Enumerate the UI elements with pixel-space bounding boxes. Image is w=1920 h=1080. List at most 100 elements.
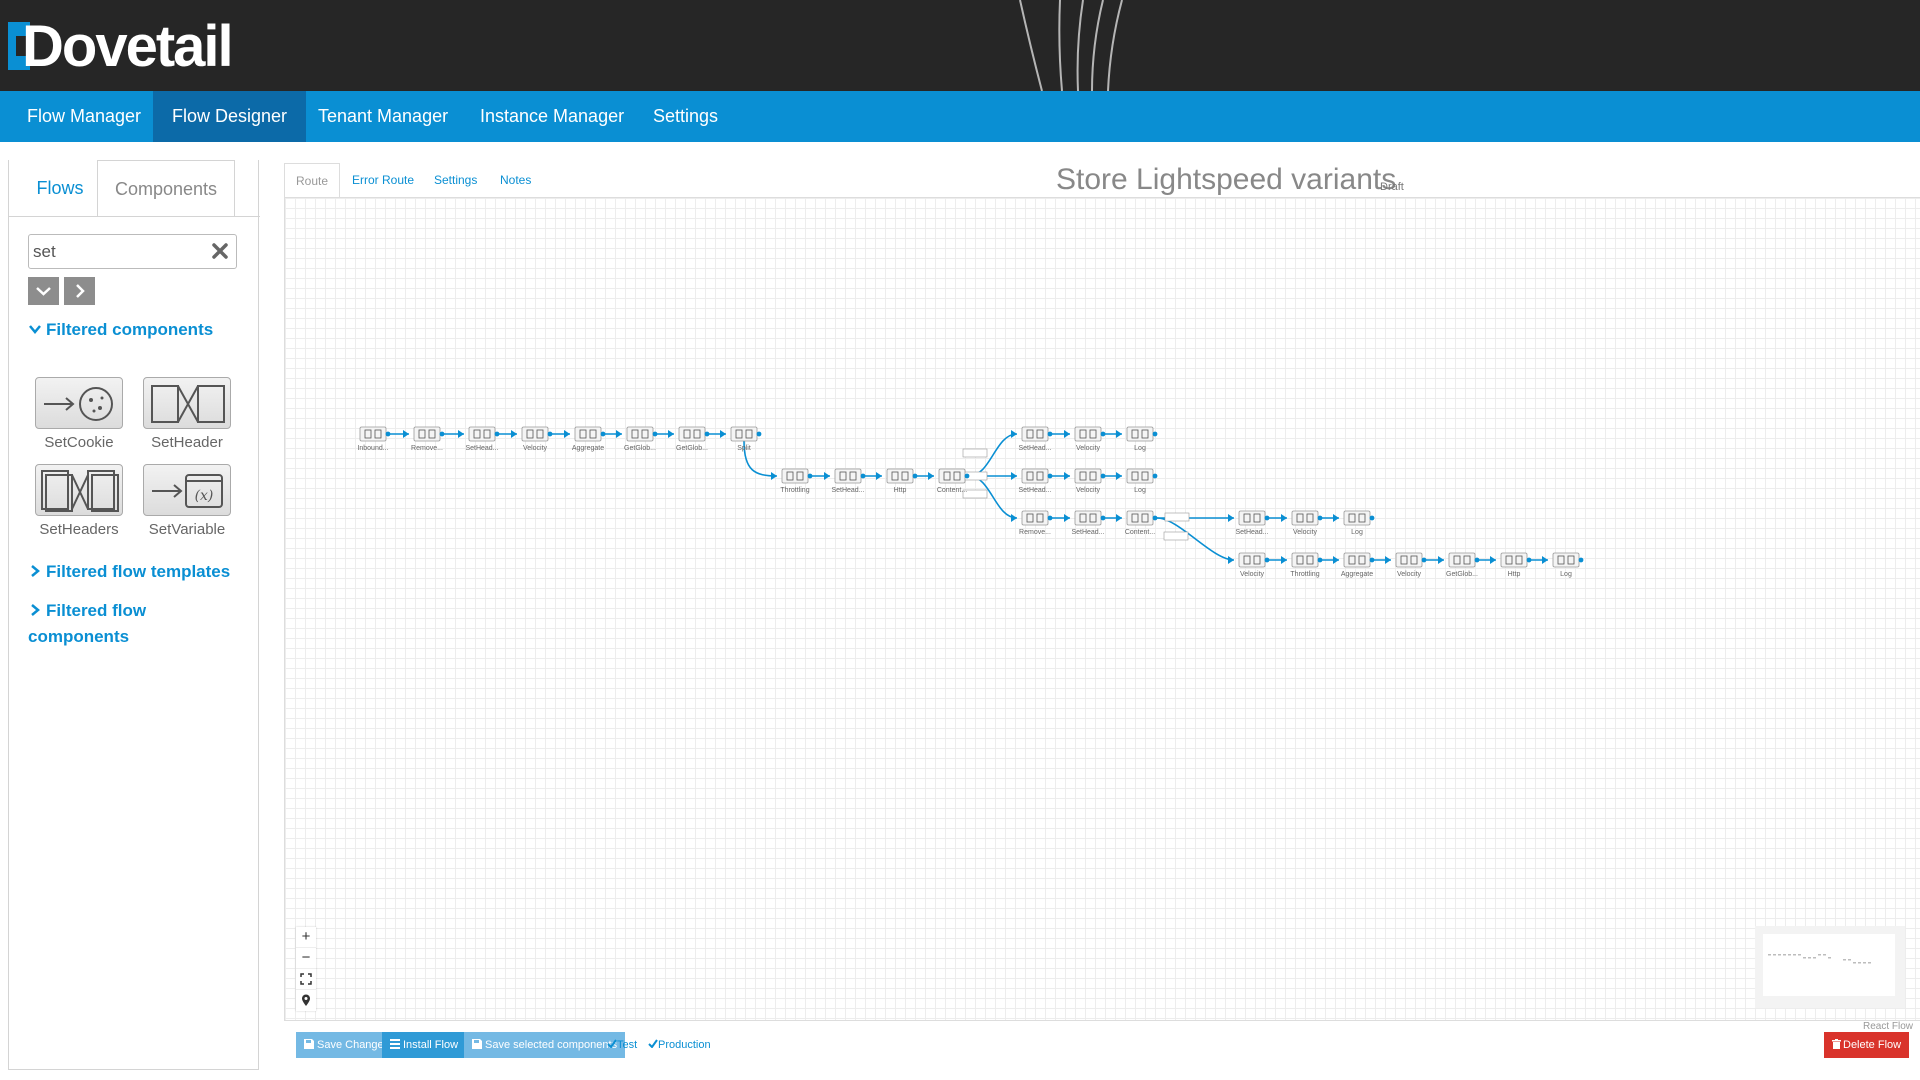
flow-node[interactable]: Log <box>1343 510 1375 536</box>
tab-route[interactable]: Route <box>284 163 341 198</box>
flow-node[interactable]: Aggregate <box>572 426 606 452</box>
flow-node[interactable]: Throttling <box>780 468 813 494</box>
flow-node[interactable]: Content... <box>937 468 970 494</box>
flow-node[interactable]: Log <box>1552 552 1584 578</box>
flow-graph[interactable]: Inbound... Remove... SetHead... Velocity Agg… <box>285 198 1920 1021</box>
flow-node-handle[interactable] <box>1047 515 1053 521</box>
section-filtered-flow-templates[interactable]: Filtered flow templates <box>28 559 230 585</box>
flow-node-handle[interactable] <box>1264 515 1270 521</box>
install-flow-button[interactable]: Install Flow <box>382 1032 467 1058</box>
nav-flow-designer[interactable]: Flow Designer <box>153 91 307 142</box>
flow-node-handle[interactable] <box>600 431 606 437</box>
flow-node-handle[interactable] <box>1369 557 1375 563</box>
flow-node-handle[interactable] <box>1317 557 1323 563</box>
flow-node-handle[interactable] <box>807 473 813 479</box>
flow-node[interactable]: Aggregate <box>1341 552 1375 578</box>
flow-node-handle[interactable] <box>1474 557 1480 563</box>
flow-node-handle[interactable] <box>1152 431 1158 437</box>
flow-node-handle[interactable] <box>860 473 866 479</box>
section-filtered-flow-components[interactable]: Filtered flow components <box>28 598 228 650</box>
flow-node[interactable]: SetHead... <box>1071 510 1106 536</box>
expand-all-button[interactable] <box>28 277 59 305</box>
flow-node[interactable]: Velocity <box>1291 510 1323 536</box>
flow-node-handle[interactable] <box>385 431 391 437</box>
production-toggle[interactable]: Production <box>648 1032 711 1058</box>
flow-node[interactable]: Velocity <box>1074 426 1106 452</box>
flow-node[interactable]: Http <box>1500 552 1532 578</box>
flow-node-handle[interactable] <box>1152 515 1158 521</box>
flow-node[interactable]: SetHead... <box>465 426 500 452</box>
flow-node[interactable]: Velocity <box>521 426 553 452</box>
flow-node-handle[interactable] <box>756 431 762 437</box>
flow-node-handle[interactable] <box>1100 515 1106 521</box>
collapse-all-button[interactable] <box>64 277 95 305</box>
flow-node-handle[interactable] <box>912 473 918 479</box>
flow-node-handle[interactable] <box>439 431 445 437</box>
section-filtered-components[interactable]: Filtered components <box>28 317 213 343</box>
edge-condition-tag[interactable] <box>1164 512 1190 522</box>
flow-node[interactable]: Throttling <box>1290 552 1323 578</box>
delete-flow-button[interactable]: Delete Flow <box>1824 1032 1910 1058</box>
flow-node-handle[interactable] <box>1100 431 1106 437</box>
flow-node-handle[interactable] <box>547 431 553 437</box>
tab-notes[interactable]: Notes <box>500 163 531 197</box>
search-input[interactable] <box>33 235 203 268</box>
component-setheaders[interactable]: SetHeaders <box>34 464 124 538</box>
tab-flows[interactable]: Flows <box>25 160 95 216</box>
flow-node-handle[interactable] <box>1264 557 1270 563</box>
nav-instance-manager[interactable]: Instance Manager <box>461 91 643 142</box>
locate-button[interactable] <box>296 990 316 1011</box>
zoom-out-button[interactable]: − <box>296 948 316 969</box>
flow-node-handle[interactable] <box>494 431 500 437</box>
flow-node-handle[interactable] <box>1526 557 1532 563</box>
flow-node[interactable]: Velocity <box>1238 552 1270 578</box>
tab-components[interactable]: Components <box>97 160 235 217</box>
flow-node-handle[interactable] <box>1100 473 1106 479</box>
flow-node[interactable]: Log <box>1126 426 1158 452</box>
flow-node[interactable]: GetGlob... <box>1446 552 1480 578</box>
flow-node[interactable]: SetHead... <box>1018 468 1053 494</box>
flow-node-handle[interactable] <box>1047 431 1053 437</box>
flow-node-handle[interactable] <box>1047 473 1053 479</box>
flow-node[interactable]: Remove... <box>411 426 445 452</box>
edge-condition-tag[interactable] <box>1163 531 1189 541</box>
nav-settings[interactable]: Settings <box>634 91 737 142</box>
flow-node[interactable]: Content... <box>1125 510 1158 536</box>
clear-search-icon[interactable] <box>210 241 230 261</box>
flow-node-handle[interactable] <box>1578 557 1584 563</box>
minimap[interactable] <box>1755 926 1905 1008</box>
test-toggle[interactable]: Test <box>607 1032 637 1058</box>
component-setheader[interactable]: SetHeader <box>142 377 232 451</box>
nav-flow-manager[interactable]: Flow Manager <box>8 91 160 142</box>
edge-condition-tag[interactable] <box>962 448 988 458</box>
flow-node-handle[interactable] <box>1152 473 1158 479</box>
flow-node[interactable]: Inbound... <box>357 426 391 452</box>
flow-node[interactable]: Http <box>886 468 918 494</box>
flow-node-handle[interactable] <box>1421 557 1427 563</box>
tab-settings[interactable]: Settings <box>434 163 477 197</box>
flow-node[interactable]: SetHead... <box>1235 510 1270 536</box>
flow-node[interactable]: SetHead... <box>831 468 866 494</box>
flow-node-handle[interactable] <box>1317 515 1323 521</box>
flow-canvas[interactable]: Inbound... Remove... SetHead... Velocity Agg… <box>284 197 1920 1032</box>
component-setvariable[interactable]: (x) SetVariable <box>142 464 232 538</box>
tab-error-route[interactable]: Error Route <box>352 163 414 197</box>
fit-view-button[interactable] <box>296 969 316 990</box>
flow-node[interactable]: Velocity <box>1074 468 1106 494</box>
flow-node-handle[interactable] <box>704 431 710 437</box>
nav-tenant-manager[interactable]: Tenant Manager <box>299 91 467 142</box>
flow-node[interactable]: SetHead... <box>1018 426 1053 452</box>
save-selected-button[interactable]: Save selected components <box>464 1032 626 1058</box>
flow-node-handle[interactable] <box>652 431 658 437</box>
zoom-in-button[interactable]: + <box>296 927 316 948</box>
flow-node[interactable]: GetGlob... <box>624 426 658 452</box>
flow-node[interactable]: Velocity <box>1395 552 1427 578</box>
search-box <box>28 234 237 269</box>
flow-node[interactable]: GetGlob... <box>676 426 710 452</box>
flow-node[interactable]: Split <box>730 426 762 452</box>
flow-node[interactable]: Remove... <box>1019 510 1053 536</box>
flow-node-handle[interactable] <box>1369 515 1375 521</box>
component-setcookie[interactable]: SetCookie <box>34 377 124 451</box>
flow-node[interactable]: Log <box>1126 468 1158 494</box>
flow-node-handle[interactable] <box>964 473 970 479</box>
